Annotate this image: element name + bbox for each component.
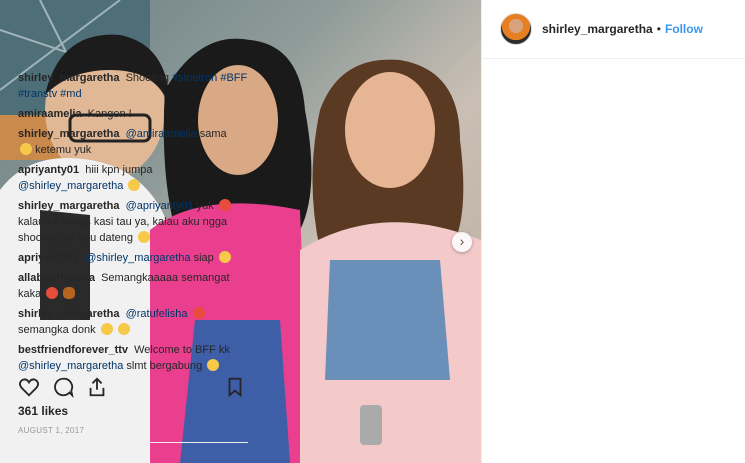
list-item: shirley_margaretha @amiraamelia sama ket…	[18, 126, 254, 158]
heart-icon[interactable]	[18, 376, 40, 398]
comment-text: slmt bergabung	[126, 360, 203, 372]
smile-emoji-icon	[207, 359, 220, 371]
comment-username[interactable]: shirley_margaretha	[18, 72, 120, 84]
comment-mention[interactable]: @shirley_margaretha	[18, 180, 123, 192]
list-item: apriyanty01 @shirley_margaretha siap	[18, 250, 254, 266]
list-item: allaboutfelisha Semangkaaaaa semangat ka…	[18, 270, 254, 302]
list-item: amiraamelia Kangen !	[18, 106, 254, 122]
avatar[interactable]	[500, 13, 532, 45]
follow-button[interactable]: Follow	[665, 22, 703, 36]
like-count[interactable]: 361 likes	[18, 404, 68, 418]
heart-eyes-emoji-icon	[192, 307, 205, 319]
comment-text: kalau ke kocas kasi tau ya, kalau aku ng…	[18, 216, 228, 244]
comment-username[interactable]: shirley_margaretha	[18, 128, 120, 140]
comment-username[interactable]: apriyanty01	[18, 164, 79, 176]
chevron-right-icon[interactable]: ›	[452, 232, 472, 252]
comment-username[interactable]: shirley_margaretha	[18, 200, 120, 212]
comment-text: yuk	[196, 200, 214, 212]
post-header: shirley_margaretha • Follow	[482, 0, 745, 59]
flexed-arm-emoji-icon	[63, 287, 76, 299]
post-date: AUGUST 1, 2017	[18, 426, 85, 435]
comment-text: Shooting	[125, 72, 173, 84]
comments-list: shirley_margaretha Shooting #sinetron #B…	[18, 70, 254, 372]
header-username[interactable]: shirley_margaretha	[542, 22, 653, 36]
sad-emoji-icon	[20, 143, 32, 155]
header-separator: •	[656, 22, 661, 36]
post-sidebar: shirley_margaretha • Follow	[481, 0, 745, 463]
list-item: shirley_margaretha Shooting #sinetron #B…	[18, 70, 254, 102]
comment-mention[interactable]: @shirley_margaretha	[18, 360, 123, 372]
comment-mention[interactable]: @ratufelisha	[126, 308, 188, 320]
list-item: shirley_margaretha @apriyanty01 yuk kala…	[18, 198, 254, 246]
heart-eyes-emoji-icon	[218, 199, 231, 211]
list-item: bestfriendforever_ttv Welcome to BFF kk …	[18, 342, 254, 372]
wink-emoji-icon	[218, 251, 231, 263]
comment-text: hiii kpn jumpa	[85, 164, 153, 176]
comment-username[interactable]: amiraamelia	[18, 108, 82, 120]
comment-text: siap	[193, 252, 214, 264]
bookmark-icon[interactable]	[224, 376, 246, 398]
comment-text: semangka donk	[18, 324, 96, 336]
post-actions	[18, 376, 246, 400]
comment-username[interactable]: allaboutfelisha	[18, 272, 95, 284]
comment-mention[interactable]: @shirley_margaretha	[85, 252, 190, 264]
comment-text: Welcome to BFF kk	[134, 344, 230, 356]
comment-mention[interactable]: @amiraamelia	[126, 128, 197, 140]
laugh-emoji-icon	[100, 323, 113, 335]
comment-text: Kangen !	[87, 108, 132, 120]
comment-text: ketemu yuk	[35, 144, 92, 156]
comment-text: sama	[199, 128, 227, 140]
wink-emoji-icon	[138, 231, 151, 243]
comment-username[interactable]: apriyanty01	[18, 252, 79, 264]
comment-username[interactable]: shirley_margaretha	[18, 308, 120, 320]
comment-username[interactable]: bestfriendforever_ttv	[18, 344, 128, 356]
list-item: apriyanty01 hiii kpn jumpa @shirley_marg…	[18, 162, 254, 194]
list-item: shirley_margaretha @ratufelisha semangka…	[18, 306, 254, 338]
watermelon-emoji-icon	[46, 287, 59, 299]
grin-emoji-icon	[128, 179, 141, 191]
divider	[18, 442, 248, 443]
comment-icon[interactable]	[52, 376, 74, 398]
comment-mention[interactable]: @apriyanty01	[126, 200, 194, 212]
laugh-emoji-icon	[117, 323, 130, 335]
share-icon[interactable]	[86, 376, 108, 398]
